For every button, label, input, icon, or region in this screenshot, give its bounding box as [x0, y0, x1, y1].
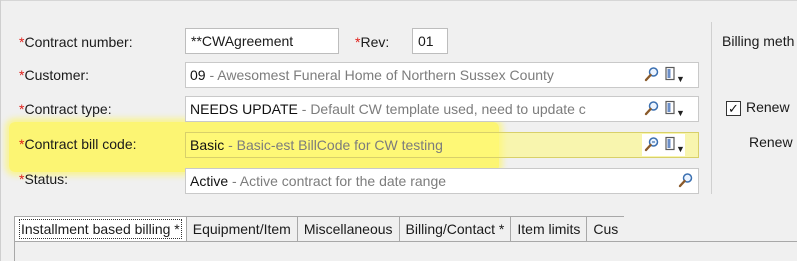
rev-value: 01	[418, 33, 434, 49]
tab-panel-border	[14, 241, 797, 242]
tab-bar: Installment based billing * Equipment/It…	[14, 216, 625, 242]
customer-lookup-buttons: ▼	[642, 64, 685, 86]
magnifier-icon[interactable]	[644, 66, 660, 85]
tab-item-limits[interactable]: Item limits	[511, 216, 588, 242]
document-dropdown-icon[interactable]: ▼	[664, 66, 685, 85]
contract-bill-code-lookup-buttons: ▼	[642, 134, 685, 156]
billing-method-label: Billing meth	[722, 33, 795, 49]
contract-bill-code-label: *Contract bill code:	[19, 136, 137, 152]
window-left-edge	[0, 0, 1, 261]
tab-label: Cus	[593, 221, 619, 237]
status-code: Active	[190, 173, 229, 189]
tab-panel-border-left	[14, 241, 15, 261]
contract-number-label: *Contract number:	[19, 34, 133, 50]
rev-label: *Rev:	[355, 34, 390, 50]
magnifier-filter-icon[interactable]	[644, 136, 660, 155]
magnifier-icon[interactable]	[644, 100, 660, 119]
contract-type-field[interactable]: NEEDS UPDATE - Default CW template used,…	[185, 96, 699, 122]
tab-label: Installment based billing *	[19, 219, 182, 239]
contract-bill-code-description: - Basic-est BillCode for CW testing	[224, 137, 443, 153]
status-field[interactable]: Active - Active contract for the date ra…	[185, 168, 699, 194]
magnifier-icon[interactable]	[678, 172, 694, 191]
status-label: *Status:	[19, 171, 69, 187]
document-dropdown-icon[interactable]: ▼	[664, 100, 685, 119]
tab-label: Equipment/Item	[192, 221, 291, 237]
tab-label: Billing/Contact *	[405, 221, 505, 237]
contract-number-input[interactable]: **CWAgreement	[185, 28, 339, 54]
window-top-edge	[0, 0, 797, 1]
tab-label: Miscellaneous	[303, 221, 393, 237]
tab-billing-contact[interactable]: Billing/Contact *	[399, 216, 512, 242]
status-lookup-buttons	[676, 170, 694, 192]
contract-type-description: - Default CW template used, need to upda…	[297, 101, 586, 117]
customer-field[interactable]: 09 - Awesomest Funeral Home of Northern …	[185, 62, 699, 88]
contract-number-value: **CWAgreement	[191, 33, 294, 49]
contract-type-code: NEEDS UPDATE	[190, 101, 298, 117]
document-dropdown-icon[interactable]: ▼	[664, 136, 685, 155]
status-description: - Active contract for the date range	[228, 173, 447, 189]
contract-type-lookup-buttons: ▼	[642, 98, 685, 120]
section-divider	[711, 22, 712, 194]
contract-type-label: *Contract type:	[19, 101, 112, 117]
customer-description: - Awesomest Funeral Home of Northern Sus…	[205, 67, 554, 83]
contract-bill-code-code: Basic	[190, 137, 225, 153]
renew-label: Renew	[749, 134, 793, 150]
contract-bill-code-field[interactable]: Basic - Basic-est BillCode for CW testin…	[185, 132, 699, 158]
tab-label: Item limits	[517, 221, 581, 237]
tab-miscellaneous[interactable]: Miscellaneous	[297, 216, 400, 242]
tab-cus[interactable]: Cus	[587, 216, 625, 242]
customer-code: 09	[190, 67, 206, 83]
tab-installment-based-billing[interactable]: Installment based billing *	[14, 216, 187, 242]
rev-input[interactable]: 01	[412, 28, 448, 54]
renew-checkbox[interactable]: ✓	[726, 101, 741, 116]
renew-checkbox-label: Renew	[746, 99, 790, 115]
tab-equipment-item[interactable]: Equipment/Item	[186, 216, 298, 242]
customer-label: *Customer:	[19, 67, 90, 83]
